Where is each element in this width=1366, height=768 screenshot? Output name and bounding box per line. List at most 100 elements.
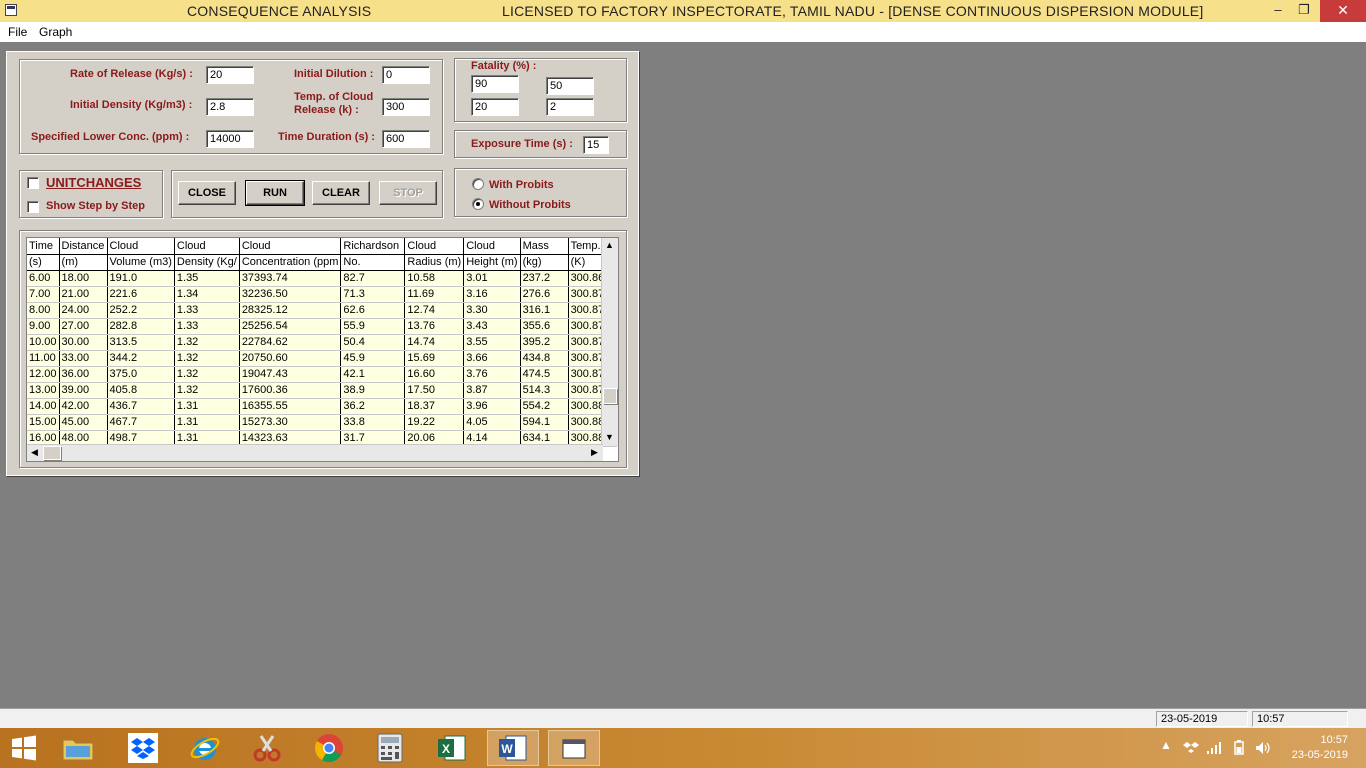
without-probits-radio[interactable] [472,198,484,210]
table-cell: 11.00 [27,350,60,367]
battery-icon[interactable] [1231,740,1247,756]
run-button[interactable]: RUN [245,180,305,206]
table-cell: 39.00 [59,382,108,399]
table-cell: 12.00 [27,366,60,383]
dropbox-tray-icon[interactable] [1183,741,1199,755]
initial-density-input[interactable]: 2.8 [206,98,254,116]
exposure-group: Exposure Time (s) : 15 [454,130,627,158]
vertical-scrollbar[interactable]: ▲ ▼ [601,238,618,446]
close-window-button[interactable]: ✕ [1320,0,1366,22]
fatality-input-2[interactable]: 50 [546,77,594,95]
table-cell: 24.00 [59,302,108,319]
table-row: 9.00 27.00 282.8 1.33 25256.54 55.9 13.76 3.43 3… [27,318,617,335]
taskbar-snipping-tool[interactable] [241,730,293,766]
unitchanges-label[interactable]: UNITCHANGES [46,175,141,190]
results-grid[interactable]: Time Distance Cloud Cloud Cloud Richardson Clo… [26,237,619,462]
fatality-input-3[interactable]: 20 [471,98,519,116]
table-cell: 282.8 [107,318,175,335]
scroll-down-icon[interactable]: ▼ [602,430,617,445]
table-cell: 15273.30 [239,414,342,431]
scroll-left-icon[interactable]: ◀ [27,445,42,460]
table-cell: 3.87 [463,382,521,399]
taskbar-excel[interactable]: X [426,730,478,766]
table-cell: 237.2 [520,270,569,287]
table-cell: 14.00 [27,398,60,415]
table-cell: 45.9 [340,350,406,367]
table-cell: 3.76 [463,366,521,383]
results-table: Time Distance Cloud Cloud Cloud Richardson Clo… [27,238,617,447]
scroll-up-icon[interactable]: ▲ [602,238,617,253]
rate-of-release-input[interactable]: 20 [206,66,254,84]
close-button[interactable]: CLOSE [178,181,236,205]
table-cell: 16355.55 [239,398,342,415]
with-probits-radio[interactable] [472,178,484,190]
app-icon[interactable] [5,4,17,16]
probits-group: With Probits Without Probits [454,168,627,217]
lower-conc-input[interactable]: 14000 [206,130,254,148]
table-cell: 21.00 [59,286,108,303]
show-hidden-icons-icon[interactable]: ▲ [1160,738,1172,752]
fatality-input-1[interactable]: 90 [471,75,519,93]
table-cell: 1.32 [174,366,240,383]
table-cell: 395.2 [520,334,569,351]
table-cell: 28325.12 [239,302,342,319]
taskbar-clock[interactable]: 10:57 23-05-2019 [1292,733,1348,763]
table-cell: 1.32 [174,350,240,367]
restore-button[interactable]: ❐ [1289,0,1319,22]
unitchanges-checkbox[interactable] [27,177,39,189]
show-step-checkbox[interactable] [27,201,39,213]
exposure-time-input[interactable]: 15 [583,136,609,154]
temp-cloud-label-line2: Release (k) : [294,104,359,116]
volume-icon[interactable] [1255,740,1271,756]
taskbar-dropbox[interactable] [117,730,169,766]
table-cell: 316.1 [520,302,569,319]
scroll-right-icon[interactable]: ▶ [587,445,602,460]
stop-button[interactable]: STOP [379,181,437,205]
table-header-row: Time Distance Cloud Cloud Cloud Richardson Clo… [27,238,617,255]
table-cell: Distance [59,238,108,255]
temp-cloud-input[interactable]: 300 [382,98,430,116]
table-cell: 1.31 [174,398,240,415]
table-cell: (kg) [520,254,569,271]
horizontal-scroll-thumb[interactable] [43,446,61,460]
initial-density-label: Initial Density (Kg/m3) : [70,99,193,111]
table-cell: No. [340,254,406,271]
fatality-input-4[interactable]: 2 [546,98,594,116]
menu-graph[interactable]: Graph [39,25,72,39]
taskbar-consequence-analysis[interactable] [548,730,600,766]
time-duration-input[interactable]: 600 [382,130,430,148]
table-cell: 3.43 [463,318,521,335]
initial-dilution-input[interactable]: 0 [382,66,430,84]
table-cell: 32236.50 [239,286,342,303]
taskbar-calculator[interactable] [364,730,416,766]
table-cell: 1.32 [174,334,240,351]
menu-file[interactable]: File [8,25,27,39]
table-cell: 17600.36 [239,382,342,399]
fatality-label: Fatality (%) : [471,60,537,72]
taskbar-file-explorer[interactable] [52,730,104,766]
table-cell: 436.7 [107,398,175,415]
without-probits-label[interactable]: Without Probits [489,199,571,211]
horizontal-scrollbar[interactable]: ◀ ▶ [27,444,603,461]
time-duration-label: Time Duration (s) : [278,131,375,143]
table-cell: 1.31 [174,414,240,431]
clear-button[interactable]: CLEAR [312,181,370,205]
network-icon[interactable] [1206,740,1222,756]
table-cell: 33.00 [59,350,108,367]
table-cell: 355.6 [520,318,569,335]
table-cell: Cloud [239,238,342,255]
taskbar-word[interactable]: W [487,730,539,766]
vertical-scroll-thumb[interactable] [603,388,617,404]
taskbar-internet-explorer[interactable] [179,730,231,766]
menu-bar: File Graph [0,22,1366,42]
table-cell: 7.00 [27,286,60,303]
table-cell: 405.8 [107,382,175,399]
with-probits-label[interactable]: With Probits [489,179,554,191]
start-button[interactable] [0,730,48,766]
table-cell: Richardson [340,238,406,255]
table-cell: 36.2 [340,398,406,415]
table-cell: 13.76 [404,318,465,335]
show-step-label[interactable]: Show Step by Step [46,200,145,212]
table-cell: 3.16 [463,286,521,303]
taskbar-chrome[interactable] [303,730,355,766]
